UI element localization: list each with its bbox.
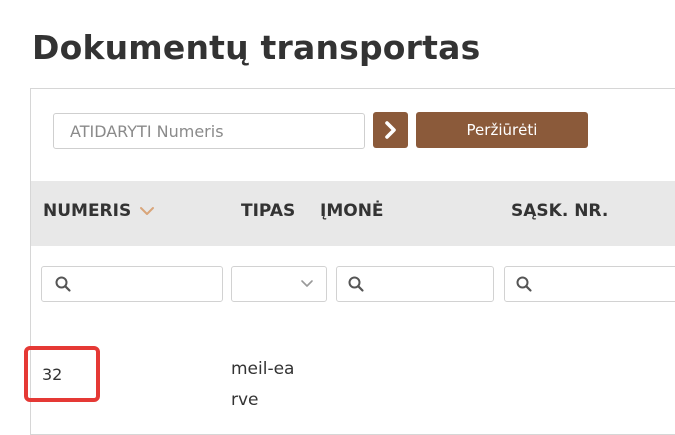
column-header-label: ĮMONĖ — [320, 201, 384, 221]
filter-row — [31, 246, 675, 312]
page-title: Dokumentų transportas — [32, 28, 481, 67]
sask-nr-filter-input[interactable] — [504, 266, 675, 302]
column-header-tipas[interactable]: TIPAS — [241, 201, 295, 221]
document-type: meil-earve — [231, 359, 295, 410]
search-icon — [348, 276, 364, 292]
view-button[interactable]: Peržiūrėti — [416, 112, 588, 148]
column-header-imone[interactable]: ĮMONĖ — [320, 201, 384, 221]
sort-chevron-down-icon — [140, 207, 155, 215]
column-header-numeris[interactable]: NUMERIS — [43, 201, 155, 221]
column-header-sask-nr[interactable]: SĄSK. NR. — [511, 201, 608, 221]
search-icon — [55, 276, 71, 292]
chevron-right-icon — [384, 121, 396, 139]
table-row[interactable]: 32 meil-earve — [24, 312, 675, 432]
toolbar: Peržiūrėti — [31, 89, 675, 181]
table-header: NUMERIS TIPAS ĮMONĖ SĄSK. NR. — [31, 181, 675, 246]
column-header-label: NUMERIS — [43, 201, 132, 221]
number-cell-highlight: 32 — [24, 346, 100, 402]
numeris-filter-input[interactable] — [41, 266, 223, 302]
column-header-label: SĄSK. NR. — [511, 201, 609, 221]
go-button[interactable] — [373, 112, 408, 148]
open-number-input[interactable] — [53, 113, 365, 149]
imone-filter-input[interactable] — [336, 266, 494, 302]
chevron-down-icon — [301, 280, 313, 287]
search-icon — [516, 276, 532, 292]
documents-panel: Peržiūrėti NUMERIS TIPAS ĮMONĖ SĄSK. NR. — [24, 88, 675, 435]
tipas-filter-select[interactable] — [231, 266, 327, 302]
document-number-link[interactable]: 32 — [42, 365, 62, 384]
column-header-label: TIPAS — [241, 201, 296, 221]
